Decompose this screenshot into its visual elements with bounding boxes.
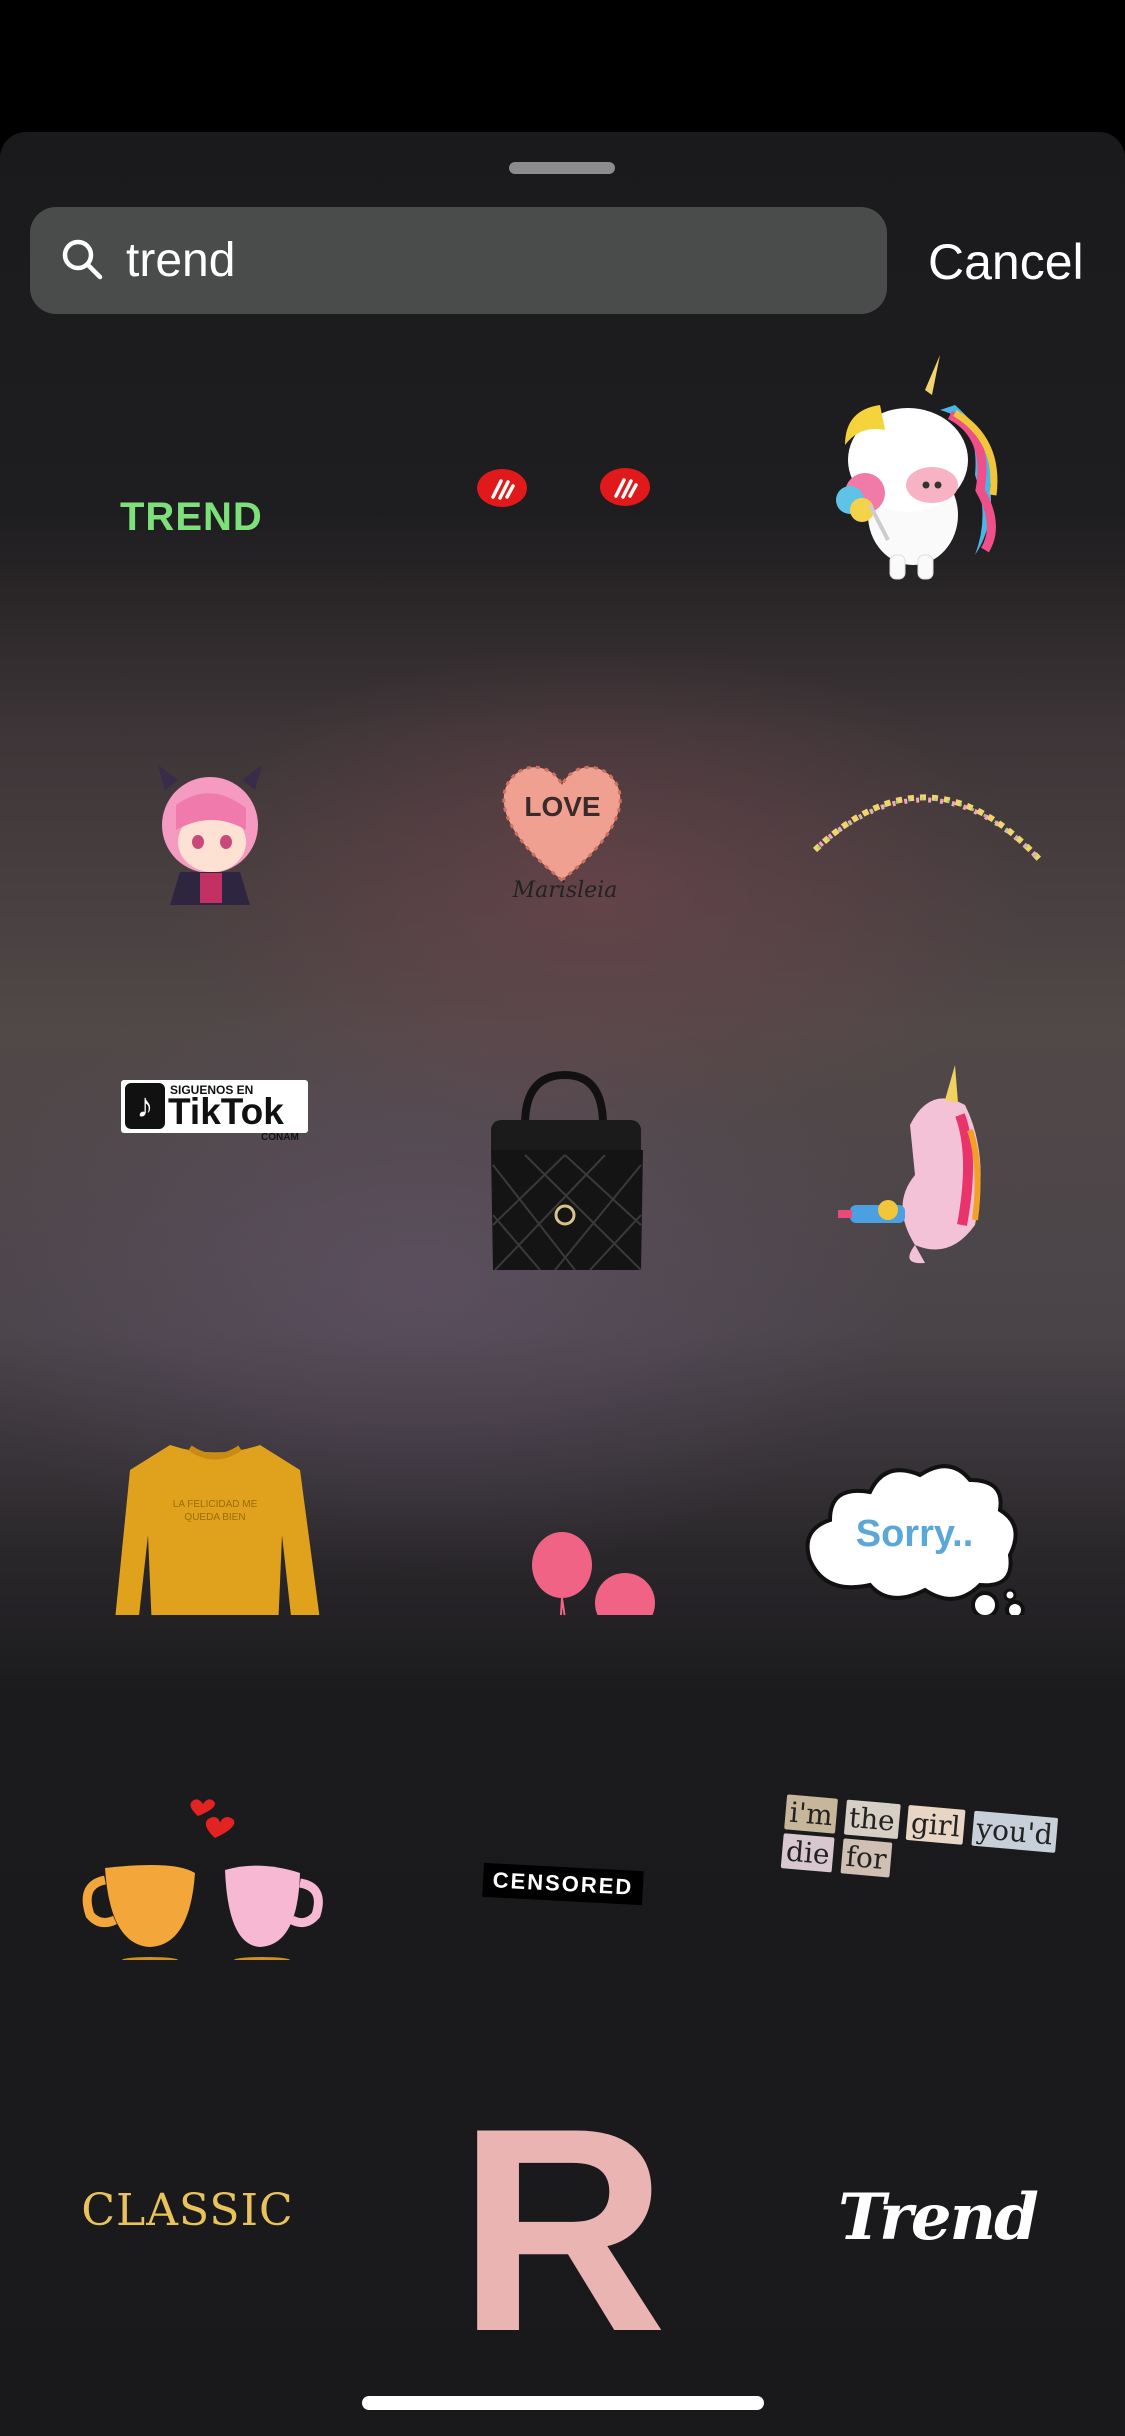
sticker-censored[interactable]: CENSORED — [375, 1615, 750, 1960]
classic-label: CLASSIC — [81, 2185, 294, 2236]
collage-word: girl — [905, 1804, 966, 1845]
sorry-label: Sorry.. — [855, 1513, 974, 1555]
collage-text: i'm the girl you'd die for — [776, 1792, 1084, 1928]
handbag-icon — [491, 1070, 643, 1270]
love-signature: Marisleia — [512, 878, 618, 903]
heart-icon — [502, 765, 622, 882]
sweater-label: LA FELICIDAD ME QUEDA BIEN — [172, 1499, 258, 1523]
sticker-trend-label: TREND — [120, 495, 263, 539]
letter-r-label: R — [457, 2068, 668, 2392]
collage-word: for — [840, 1838, 892, 1878]
tiktok-sub-label: CONAM — [261, 1132, 299, 1143]
tiktok-badge: ♪ SIGUENOS EN TikTok CONAM — [121, 1080, 308, 1143]
unicorn-pink-icon — [838, 1065, 981, 1264]
sticker-cups-love[interactable] — [0, 1615, 375, 1960]
anime-girl-icon — [158, 765, 262, 905]
sticker-anime-girl[interactable] — [0, 580, 375, 925]
cups-icon — [82, 1799, 323, 1960]
trend-script-label: Trend — [838, 2180, 1039, 2255]
love-label: LOVE — [524, 791, 601, 822]
red-marks-icon — [477, 468, 650, 507]
sweater-icon — [115, 1445, 320, 1615]
tiktok-logo-icon: ♪ — [125, 1083, 165, 1129]
sticker-trend-text[interactable]: TREND — [0, 235, 375, 580]
sticker-unicorn-pink[interactable] — [750, 925, 1125, 1270]
sticker-im-the-girl[interactable]: i'm the girl you'd die for — [750, 1615, 1125, 1960]
thought-cloud-icon — [805, 1464, 1025, 1615]
tiktok-big-label: TikTok — [168, 1091, 284, 1132]
sticker-yellow-sweater[interactable]: LA FELICIDAD ME QUEDA BIEN — [0, 1270, 375, 1615]
sticker-flower-arch[interactable] — [750, 580, 1125, 925]
flower-arch-icon — [812, 794, 1043, 863]
balloons-icon — [532, 1532, 655, 1615]
collage-word: die — [780, 1833, 836, 1873]
sticker-red-marks[interactable] — [375, 235, 750, 580]
sticker-sorry-cloud[interactable]: Sorry.. — [750, 1270, 1125, 1615]
sticker-pink-balloons[interactable] — [375, 1270, 750, 1615]
sticker-tiktok[interactable]: ♪ SIGUENOS EN TikTok CONAM — [0, 925, 375, 1270]
sheet-grabber[interactable] — [509, 162, 615, 174]
home-indicator[interactable] — [362, 2396, 764, 2410]
unicorn-pig-icon — [836, 355, 998, 580]
censored-label: CENSORED — [482, 1862, 644, 1906]
collage-word: the — [843, 1799, 901, 1840]
sticker-love-heart[interactable]: LOVE Marisleia — [375, 580, 750, 925]
collage-word: you'd — [971, 1810, 1059, 1853]
sticker-black-handbag[interactable] — [375, 925, 750, 1270]
sticker-unicorn-pig[interactable] — [750, 235, 1125, 580]
collage-word: i'm — [784, 1794, 839, 1834]
